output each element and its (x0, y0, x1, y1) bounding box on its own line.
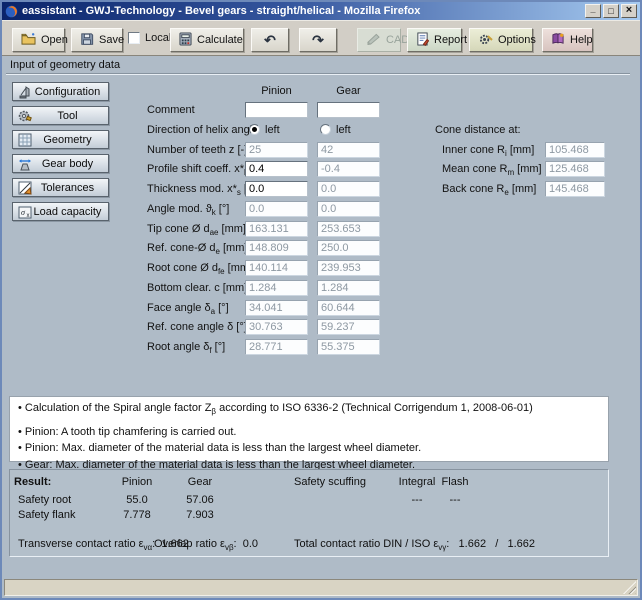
angle-mod-pinion-field (245, 201, 308, 217)
safety-root-pinion: 55.0 (105, 494, 169, 506)
help-book-icon (551, 32, 565, 48)
minimize-button[interactable]: _ (585, 4, 601, 18)
toolbar: Open Save Local (2, 20, 640, 56)
result-col-scuffing: Safety scuffing (294, 476, 366, 488)
note-item: Calculation of the Spiral angle factor Z… (18, 402, 600, 418)
row-root-cone: Root cone Ø dfe [mm] (2, 260, 640, 276)
row-ref-cone-angle: Ref. cone angle δ [°] (2, 319, 640, 335)
face-angle-gear-field (317, 300, 380, 316)
overlap-ratio: Overlap ratio εvβ: 0.0 (154, 538, 258, 552)
helix-gear-left-radio[interactable] (320, 124, 331, 135)
row-root-angle: Root angle δf [°] (2, 339, 640, 355)
tip-cone-pinion-field (245, 221, 308, 237)
helix-pinion-radio-label: left (265, 124, 280, 136)
page-title: Input of geometry data (10, 59, 120, 71)
result-header: Result: (14, 476, 51, 488)
safety-flank-pinion: 7.778 (105, 509, 169, 521)
result-col-pinion: Pinion (105, 476, 169, 488)
face-angle-pinion-field (245, 300, 308, 316)
column-header-gear: Gear (317, 85, 380, 97)
report-document-icon (416, 32, 429, 49)
safety-root-gear: 57.06 (168, 494, 232, 506)
local-checkbox-label: Local (145, 32, 171, 44)
report-button[interactable]: Report (407, 28, 462, 52)
maximize-button[interactable]: □ (603, 4, 619, 18)
notes-panel: Calculation of the Spiral angle factor Z… (9, 396, 609, 462)
total-contact-ratio: Total contact ratio DIN / ISO εvγ: 1.662… (294, 538, 535, 552)
redo-icon: ↷ (312, 33, 324, 47)
cad-icon (366, 33, 381, 48)
local-checkbox[interactable] (128, 32, 140, 44)
back-cone-field (545, 181, 605, 197)
cone-distance-title: Cone distance at: (435, 124, 521, 136)
angle-mod-gear-field (317, 201, 380, 217)
open-folder-icon (21, 32, 36, 49)
sidebar-item-configuration[interactable]: Configuration (12, 82, 109, 101)
ref-cone-gear-field (317, 240, 380, 256)
row-angle-mod: Angle mod. ϑk [°] (2, 201, 640, 217)
open-button[interactable]: Open (12, 28, 65, 52)
row-back-cone: Back cone Re [mm] (2, 181, 640, 197)
configuration-icon (17, 84, 33, 100)
undo-button[interactable]: ↶ (251, 28, 289, 52)
root-angle-gear-field (317, 339, 380, 355)
resize-grip[interactable] (623, 581, 636, 594)
row-bottom-clearance: Bottom clear. c [mm] (2, 280, 640, 296)
help-button[interactable]: Help (542, 28, 593, 52)
save-button[interactable]: Save (71, 28, 123, 52)
note-item: Pinion: A tooth tip chamfering is carrie… (18, 426, 600, 442)
safety-flank-gear: 7.903 (168, 509, 232, 521)
row-comment: Comment (2, 102, 640, 118)
application-window: eassistant - GWJ-Technology - Bevel gear… (0, 0, 642, 600)
result-col-flash: Flash (423, 476, 487, 488)
safety-root-flash: --- (423, 494, 487, 506)
tip-cone-gear-field (317, 221, 380, 237)
ref-cone-pinion-field (245, 240, 308, 256)
row-ref-cone: Ref. cone-Ø de [mm] (2, 240, 640, 256)
result-col-gear: Gear (168, 476, 232, 488)
safety-root-label: Safety root (18, 494, 71, 506)
result-panel: Result: Pinion Gear Safety scuffing Inte… (9, 469, 609, 557)
options-gear-icon (478, 32, 493, 49)
title-bar[interactable]: eassistant - GWJ-Technology - Bevel gear… (2, 2, 640, 20)
redo-button[interactable]: ↷ (299, 28, 337, 52)
bottom-clearance-pinion-field (245, 280, 308, 296)
row-inner-cone: Inner cone Ri [mm] (2, 142, 640, 158)
inner-cone-field (545, 142, 605, 158)
calculator-icon (179, 32, 192, 49)
root-cone-pinion-field (245, 260, 308, 276)
column-header-pinion: Pinion (245, 85, 308, 97)
note-item: Pinion: Max. diameter of the material da… (18, 442, 600, 458)
comment-pinion-input[interactable] (245, 102, 308, 118)
firefox-icon (5, 5, 18, 18)
row-helix-direction: Direction of helix angle left left (2, 122, 640, 138)
mean-cone-field (545, 161, 605, 177)
options-button[interactable]: Options (469, 28, 533, 52)
row-mean-cone: Mean cone Rm [mm] (2, 161, 640, 177)
local-checkbox-group: Local (128, 32, 171, 44)
root-cone-gear-field (317, 260, 380, 276)
helix-pinion-left-radio[interactable] (249, 124, 260, 135)
ref-cone-angle-pinion-field (245, 319, 308, 335)
section-divider (6, 73, 630, 75)
helix-gear-radio-label: left (336, 124, 351, 136)
row-tip-cone: Tip cone Ø dae [mm] (2, 221, 640, 237)
ref-cone-angle-gear-field (317, 319, 380, 335)
bottom-clearance-gear-field (317, 280, 380, 296)
safety-flank-label: Safety flank (18, 509, 75, 521)
calculate-button[interactable]: Calculate (170, 28, 244, 52)
window-title: eassistant - GWJ-Technology - Bevel gear… (22, 5, 585, 17)
undo-icon: ↶ (264, 33, 276, 47)
row-face-angle: Face angle δa [°] (2, 300, 640, 316)
cad-button: CAD (357, 28, 401, 52)
comment-gear-input[interactable] (317, 102, 380, 118)
floppy-disk-icon (80, 32, 94, 49)
close-button[interactable]: × (621, 4, 637, 18)
root-angle-pinion-field (245, 339, 308, 355)
status-bar (4, 579, 638, 596)
